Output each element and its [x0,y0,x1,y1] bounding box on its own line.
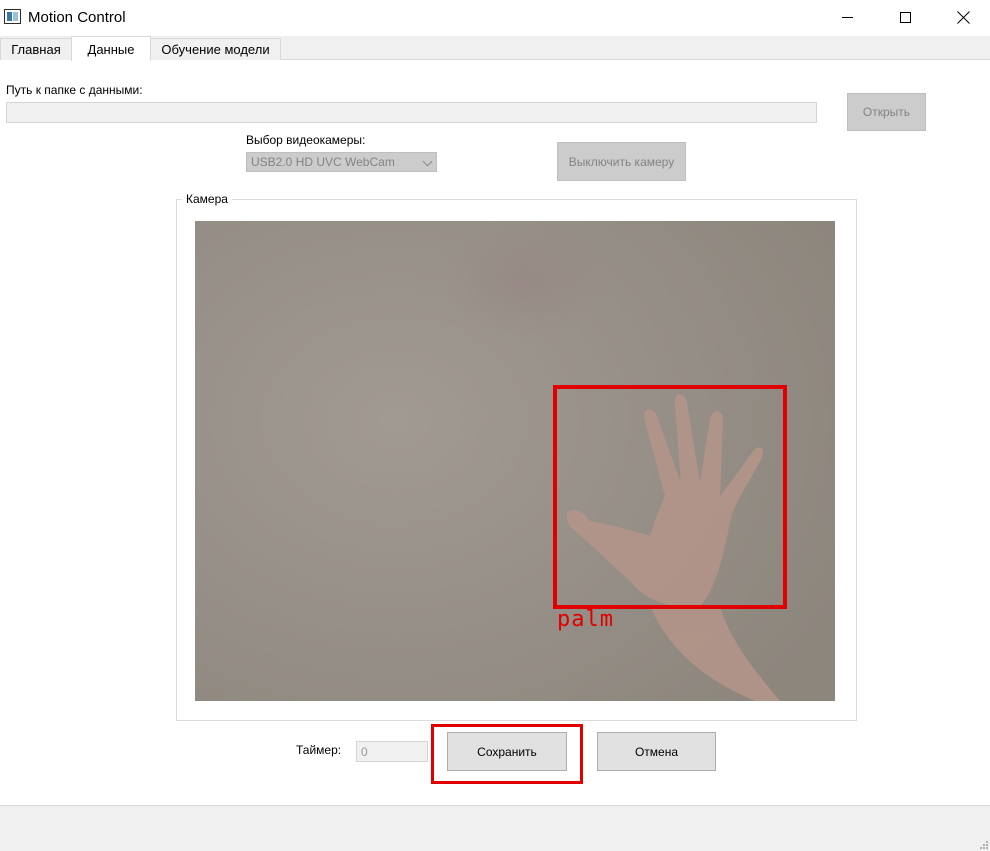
maximize-button[interactable] [876,0,934,34]
resize-grip-icon[interactable] [978,839,988,849]
camera-select-label: Выбор видеокамеры: [246,133,366,147]
minimize-button[interactable] [818,0,876,34]
chevron-down-icon [422,156,433,167]
status-bar [0,805,990,851]
tab-model-training[interactable]: Обучение модели [150,38,281,60]
save-highlight-frame [431,724,583,784]
tab-data[interactable]: Данные [71,36,151,61]
data-folder-label: Путь к папке с данными: [6,83,143,97]
camera-select[interactable]: USB2.0 HD UVC WebCam [246,152,437,172]
detection-box [553,385,787,609]
open-folder-button[interactable]: Открыть [847,93,926,131]
close-icon [957,11,970,24]
data-folder-input[interactable] [6,102,817,123]
detection-label: palm [557,607,614,632]
camera-group-title: Камера [182,192,232,206]
camera-select-value: USB2.0 HD UVC WebCam [251,155,395,169]
camera-feed: palm [195,221,835,701]
tab-bar: Главная Обучение модели Данные [0,36,990,61]
timer-input[interactable]: 0 [356,741,428,762]
camera-off-button[interactable]: Выключить камеру [557,142,686,181]
cancel-button[interactable]: Отмена [597,732,716,771]
timer-label: Таймер: [296,743,342,757]
maximize-icon [899,11,911,23]
tab-main[interactable]: Главная [0,38,72,60]
window-title: Motion Control [28,9,126,26]
app-icon [4,9,21,24]
minimize-icon [841,16,853,18]
close-button[interactable] [934,0,990,34]
title-bar: Motion Control [0,0,990,36]
